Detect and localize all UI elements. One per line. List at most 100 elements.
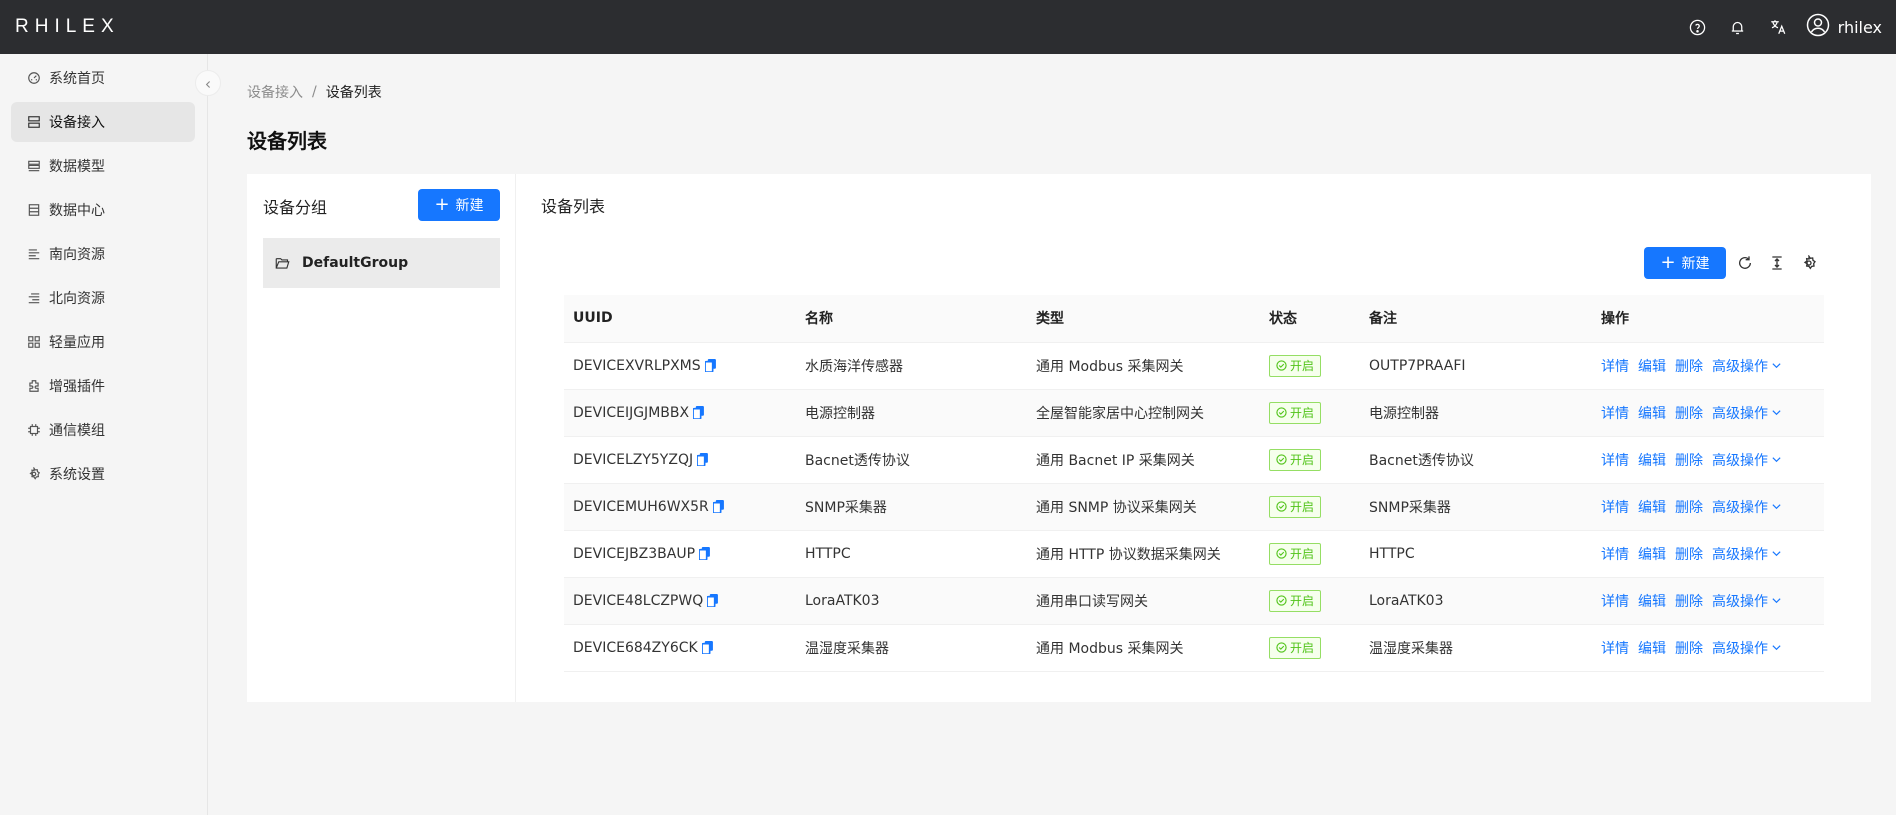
cell-status: 开启: [1260, 389, 1360, 437]
sidebar-item-south-resources[interactable]: 南向资源: [11, 234, 195, 274]
column-header-type[interactable]: 类型: [1027, 295, 1260, 343]
device-uuid: DEVICE48LCZPWQ: [573, 592, 704, 609]
detail-link[interactable]: 详情: [1601, 406, 1629, 422]
cell-actions: 详情 编辑 删除 高级操作: [1592, 436, 1824, 484]
detail-link[interactable]: 详情: [1601, 547, 1629, 563]
chevron-left-icon: [204, 74, 213, 93]
check-circle-icon: [1276, 501, 1290, 512]
sidebar-item-label: 通信模组: [49, 423, 105, 439]
copy-icon[interactable]: [697, 453, 709, 466]
advanced-actions-dropdown[interactable]: 高级操作: [1712, 544, 1782, 564]
detail-link[interactable]: 详情: [1601, 641, 1629, 657]
cell-actions: 详情 编辑 删除 高级操作: [1592, 530, 1824, 578]
device-table: UUID 名称 类型 状态 备注 操作 DEVICEXVRLPXMS 水质海洋传感…: [564, 295, 1824, 672]
group-item-default[interactable]: DefaultGroup: [263, 238, 500, 288]
edit-link[interactable]: 编辑: [1638, 453, 1666, 469]
advanced-actions-dropdown[interactable]: 高级操作: [1712, 450, 1782, 470]
cell-remark: 电源控制器: [1360, 389, 1592, 437]
delete-link[interactable]: 删除: [1675, 547, 1703, 563]
sidebar-item-label: 轻量应用: [49, 335, 105, 351]
advanced-actions-dropdown[interactable]: 高级操作: [1712, 403, 1782, 423]
advanced-actions-label: 高级操作: [1712, 452, 1768, 469]
sidebar-collapse-button[interactable]: [195, 70, 221, 96]
sidebar-item-label: 设备接入: [49, 115, 105, 131]
group-panel-title: 设备分组: [263, 198, 328, 217]
copy-icon[interactable]: [693, 406, 704, 419]
edit-link[interactable]: 编辑: [1638, 406, 1666, 422]
delete-link[interactable]: 删除: [1675, 500, 1703, 516]
breadcrumb-parent[interactable]: 设备接入: [247, 82, 303, 102]
column-header-actions: 操作: [1592, 295, 1824, 343]
help-icon[interactable]: [1678, 0, 1718, 54]
column-header-status[interactable]: 状态: [1260, 295, 1360, 343]
delete-link[interactable]: 删除: [1675, 359, 1703, 375]
column-header-uuid[interactable]: UUID: [564, 295, 796, 343]
copy-icon[interactable]: [701, 641, 713, 654]
edit-link[interactable]: 编辑: [1638, 547, 1666, 563]
edit-link[interactable]: 编辑: [1638, 641, 1666, 657]
settings-icon[interactable]: [1797, 251, 1821, 275]
status-badge: 开启: [1269, 495, 1322, 518]
cell-actions: 详情 编辑 删除 高级操作: [1592, 389, 1824, 437]
detail-link[interactable]: 详情: [1601, 453, 1629, 469]
north-icon: [26, 290, 42, 306]
chevron-down-icon: [1768, 595, 1782, 606]
column-height-icon[interactable]: [1765, 251, 1789, 275]
copy-icon[interactable]: [699, 547, 710, 560]
new-group-button[interactable]: + 新建: [418, 189, 500, 221]
cell-status: 开启: [1260, 342, 1360, 390]
edit-link[interactable]: 编辑: [1638, 359, 1666, 375]
delete-link[interactable]: 删除: [1675, 453, 1703, 469]
plugin-icon: [26, 378, 42, 394]
sidebar-item-north-resources[interactable]: 北向资源: [11, 278, 195, 318]
check-circle-icon: [1276, 454, 1290, 465]
column-header-remark[interactable]: 备注: [1360, 295, 1592, 343]
sidebar-item-comm-modules[interactable]: 通信模组: [11, 410, 195, 450]
delete-link[interactable]: 删除: [1675, 641, 1703, 657]
edit-link[interactable]: 编辑: [1638, 594, 1666, 610]
user-menu[interactable]: rhilex: [1806, 13, 1882, 41]
detail-link[interactable]: 详情: [1601, 500, 1629, 516]
new-device-button[interactable]: + 新建: [1644, 247, 1726, 279]
cell-remark: HTTPC: [1360, 530, 1592, 578]
cell-name: 水质海洋传感器: [796, 342, 1027, 390]
sidebar-item-label: 增强插件: [49, 379, 105, 395]
apps-icon: [26, 334, 42, 350]
sidebar-item-light-apps[interactable]: 轻量应用: [11, 322, 195, 362]
sidebar-item-system-settings[interactable]: 系统设置: [11, 454, 195, 494]
cell-status: 开启: [1260, 624, 1360, 672]
cell-type: 通用串口读写网关: [1027, 577, 1260, 625]
delete-link[interactable]: 删除: [1675, 594, 1703, 610]
chevron-down-icon: [1768, 548, 1782, 559]
app-logo[interactable]: RHILEX: [15, 16, 120, 38]
cell-uuid: DEVICE684ZY6CK: [564, 624, 796, 672]
sidebar-item-data-center[interactable]: 数据中心: [11, 190, 195, 230]
device-uuid: DEVICEXVRLPXMS: [573, 357, 701, 374]
sidebar-item-label: 系统首页: [49, 71, 105, 87]
copy-icon[interactable]: [712, 500, 724, 513]
sidebar-item-device-access[interactable]: 设备接入: [11, 102, 195, 142]
sidebar-item-data-model[interactable]: 数据模型: [11, 146, 195, 186]
status-badge: 开启: [1269, 589, 1322, 612]
translate-icon[interactable]: [1758, 0, 1798, 54]
copy-icon[interactable]: [707, 594, 719, 607]
cell-actions: 详情 编辑 删除 高级操作: [1592, 577, 1824, 625]
chevron-down-icon: [1768, 454, 1782, 465]
sidebar-item-home[interactable]: 系统首页: [11, 58, 195, 98]
detail-link[interactable]: 详情: [1601, 594, 1629, 610]
sidebar-item-plugins[interactable]: 增强插件: [11, 366, 195, 406]
cell-status: 开启: [1260, 436, 1360, 484]
advanced-actions-dropdown[interactable]: 高级操作: [1712, 591, 1782, 611]
edit-link[interactable]: 编辑: [1638, 500, 1666, 516]
column-header-name[interactable]: 名称: [796, 295, 1027, 343]
advanced-actions-dropdown[interactable]: 高级操作: [1712, 638, 1782, 658]
reload-icon[interactable]: [1733, 251, 1757, 275]
detail-link[interactable]: 详情: [1601, 359, 1629, 375]
advanced-actions-dropdown[interactable]: 高级操作: [1712, 497, 1782, 517]
delete-link[interactable]: 删除: [1675, 406, 1703, 422]
copy-icon[interactable]: [704, 359, 716, 372]
bell-icon[interactable]: [1718, 0, 1758, 54]
advanced-actions-dropdown[interactable]: 高级操作: [1712, 356, 1782, 376]
advanced-actions-label: 高级操作: [1712, 593, 1768, 610]
check-circle-icon: [1276, 407, 1290, 418]
